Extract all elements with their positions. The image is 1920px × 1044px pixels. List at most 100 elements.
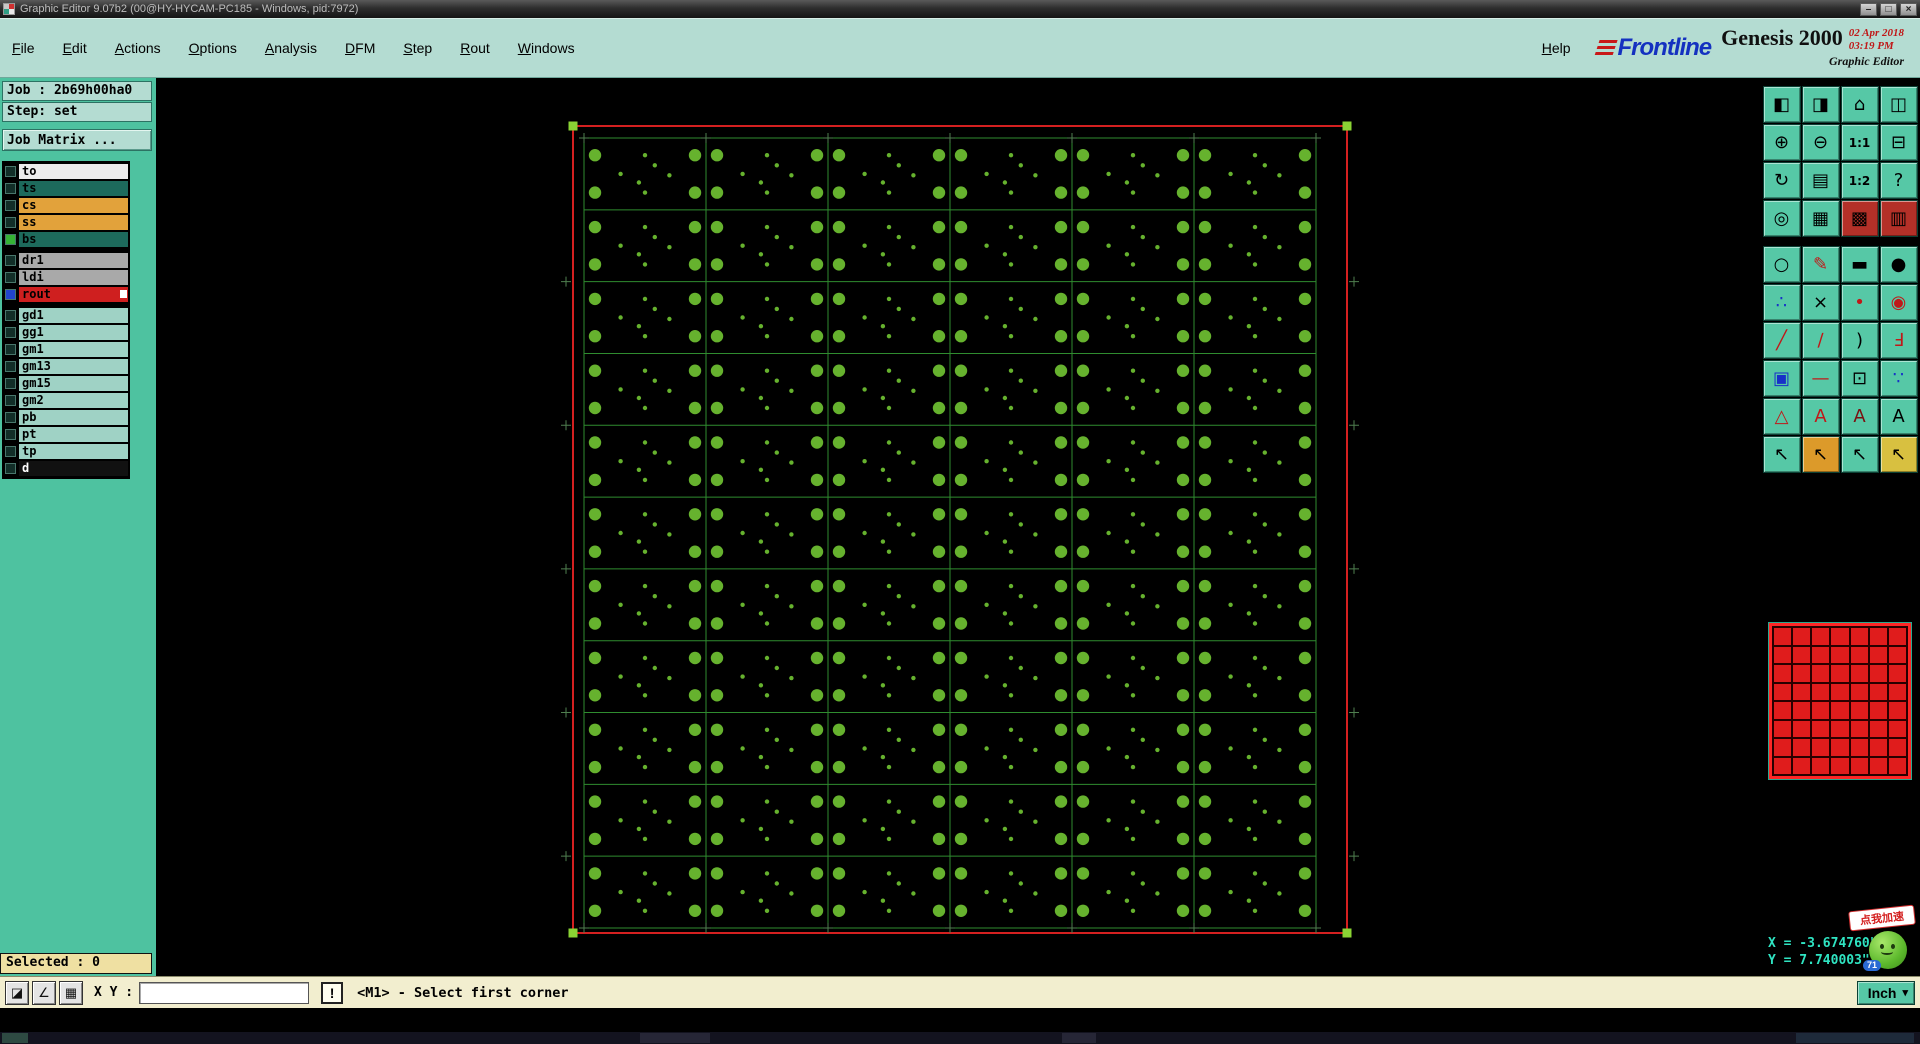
ruler-measure-button[interactable]: ▬ bbox=[1840, 246, 1879, 283]
menu-rout[interactable]: Rout bbox=[460, 40, 490, 56]
layer-row-bs[interactable]: bs bbox=[4, 231, 128, 247]
grid-tool-button[interactable]: ▦ bbox=[59, 980, 83, 1005]
taskbar-item[interactable] bbox=[640, 1033, 710, 1043]
taskbar-item[interactable] bbox=[1062, 1033, 1096, 1043]
layer-visibility-checkbox[interactable] bbox=[5, 462, 16, 474]
thin-line-button[interactable]: ∕ bbox=[1801, 322, 1840, 359]
menu-step[interactable]: Step bbox=[403, 40, 432, 56]
clip-area-button[interactable]: ◧ bbox=[1762, 86, 1801, 123]
profile-view-button[interactable]: ◎ bbox=[1762, 200, 1801, 237]
zoom-in-button[interactable]: ⊕ bbox=[1762, 124, 1801, 161]
layer-visibility-checkbox[interactable] bbox=[5, 182, 16, 194]
close-button[interactable]: × bbox=[1900, 2, 1917, 16]
layer-row-rout[interactable]: rout bbox=[4, 286, 128, 302]
taskbar-start-button[interactable] bbox=[2, 1033, 28, 1043]
note-tool-button[interactable]: ◪ bbox=[5, 980, 29, 1005]
layer-visibility-checkbox[interactable] bbox=[5, 445, 16, 457]
layer-row-tp[interactable]: tp bbox=[4, 443, 128, 459]
layer-visibility-checkbox[interactable] bbox=[5, 428, 16, 440]
layer-visibility-checkbox[interactable] bbox=[5, 309, 16, 321]
select-filter-button[interactable]: ↖ bbox=[1879, 436, 1918, 473]
line-draw-button[interactable]: ╱ bbox=[1762, 322, 1801, 359]
select-arrow-button[interactable]: ↖ bbox=[1762, 436, 1801, 473]
filled-pad-button[interactable]: ● bbox=[1879, 246, 1918, 283]
menu-windows[interactable]: Windows bbox=[518, 40, 575, 56]
previous-view-button[interactable]: ⊟ bbox=[1879, 124, 1918, 161]
layer-row-ts[interactable]: ts bbox=[4, 180, 128, 196]
red-dot-button[interactable]: • bbox=[1840, 284, 1879, 321]
layer-visibility-checkbox[interactable] bbox=[5, 377, 16, 389]
layer-row-gm13[interactable]: gm13 bbox=[4, 358, 128, 374]
menu-analysis[interactable]: Analysis bbox=[265, 40, 317, 56]
job-matrix-button[interactable]: Job Matrix ... bbox=[2, 129, 152, 151]
layer-visibility-checkbox[interactable] bbox=[5, 394, 16, 406]
layer-row-gg1[interactable]: gg1 bbox=[4, 324, 128, 340]
surface-fill-button[interactable]: ▣ bbox=[1762, 360, 1801, 397]
layer-visibility-checkbox[interactable] bbox=[5, 254, 16, 266]
layer-visibility-checkbox[interactable] bbox=[5, 199, 16, 211]
layer-row-pb[interactable]: pb bbox=[4, 409, 128, 425]
layer-row-to[interactable]: to bbox=[4, 163, 128, 179]
layer-visibility-checkbox[interactable] bbox=[5, 216, 16, 228]
point-scatter-button[interactable]: ∵ bbox=[1879, 360, 1918, 397]
canvas-viewport[interactable] bbox=[156, 78, 1760, 976]
tile-windows-button[interactable]: ◫ bbox=[1879, 86, 1918, 123]
accelerator-overlay[interactable]: 点我加速 71 bbox=[1848, 904, 1916, 971]
layer-visibility-checkbox[interactable] bbox=[5, 411, 16, 423]
delete-tool-button[interactable]: × bbox=[1801, 284, 1840, 321]
angle-tool-button[interactable]: ∠ bbox=[32, 980, 56, 1005]
menu-dfm[interactable]: DFM bbox=[345, 40, 375, 56]
text-filled-button[interactable]: A bbox=[1840, 398, 1879, 435]
layer-row-cs[interactable]: cs bbox=[4, 197, 128, 213]
layer-visibility-checkbox[interactable] bbox=[5, 360, 16, 372]
menu-actions[interactable]: Actions bbox=[115, 40, 161, 56]
layer-row-gm2[interactable]: gm2 bbox=[4, 392, 128, 408]
layer-visibility-checkbox[interactable] bbox=[5, 165, 16, 177]
origin-crosshair-button[interactable]: ⊡ bbox=[1840, 360, 1879, 397]
maximize-button[interactable]: □ bbox=[1880, 2, 1897, 16]
titlebar[interactable]: Graphic Editor 9.07b2 (00@HY-HYCAM-PC185… bbox=[0, 0, 1920, 18]
menu-options[interactable]: Options bbox=[189, 40, 237, 56]
overview-thumbnail[interactable] bbox=[1768, 622, 1912, 780]
menu-file[interactable]: File bbox=[12, 40, 35, 56]
layer-visibility-checkbox[interactable] bbox=[5, 343, 16, 355]
layer-row-pt[interactable]: pt bbox=[4, 426, 128, 442]
layer-visibility-checkbox[interactable] bbox=[5, 288, 16, 300]
grid-toggle-button[interactable]: ▦ bbox=[1801, 200, 1840, 237]
layer-row-gm1[interactable]: gm1 bbox=[4, 341, 128, 357]
highlight-on-button[interactable]: ▩ bbox=[1840, 200, 1879, 237]
layer-row-d[interactable]: d bbox=[4, 460, 128, 476]
taskbar-tray[interactable] bbox=[1796, 1033, 1914, 1043]
menu-edit[interactable]: Edit bbox=[63, 40, 87, 56]
text-frame-button[interactable]: A bbox=[1879, 398, 1918, 435]
layer-row-dr1[interactable]: dr1 bbox=[4, 252, 128, 268]
layer-visibility-checkbox[interactable] bbox=[5, 326, 16, 338]
layer-row-ss[interactable]: ss bbox=[4, 214, 128, 230]
layer-row-ldi[interactable]: ldi bbox=[4, 269, 128, 285]
redraw-button[interactable]: ↻ bbox=[1762, 162, 1801, 199]
select-reference-button[interactable]: ↖ bbox=[1840, 436, 1879, 473]
select-window-button[interactable]: ↖ bbox=[1801, 436, 1840, 473]
pencil-edit-button[interactable]: ✎ bbox=[1801, 246, 1840, 283]
text-outline-button[interactable]: A bbox=[1801, 398, 1840, 435]
dot-pair-button[interactable]: ◉ bbox=[1879, 284, 1918, 321]
xy-input[interactable] bbox=[139, 981, 310, 1004]
minimize-button[interactable]: – bbox=[1860, 2, 1877, 16]
zoom-1to2-button[interactable]: 1:2 bbox=[1840, 162, 1879, 199]
alert-button[interactable]: ! bbox=[321, 981, 344, 1004]
query-tool-button[interactable]: ? bbox=[1879, 162, 1918, 199]
pad-snap-button[interactable]: ∴ bbox=[1762, 284, 1801, 321]
units-selector[interactable]: Inch ▾ bbox=[1856, 980, 1915, 1005]
triangle-draw-button[interactable]: △ bbox=[1762, 398, 1801, 435]
layer-visibility-checkbox[interactable] bbox=[5, 233, 16, 245]
layer-table-button[interactable]: ▤ bbox=[1801, 162, 1840, 199]
menu-help[interactable]: Help bbox=[1542, 40, 1571, 56]
mirror-text-button[interactable]: Ⅎ bbox=[1879, 322, 1918, 359]
erase-segment-button[interactable]: — bbox=[1801, 360, 1840, 397]
overlay-window-button[interactable]: ◨ bbox=[1801, 86, 1840, 123]
zoom-out-button[interactable]: ⊖ bbox=[1801, 124, 1840, 161]
layer-row-gm15[interactable]: gm15 bbox=[4, 375, 128, 391]
accelerator-badge[interactable]: 点我加速 bbox=[1848, 904, 1916, 932]
arc-draw-button[interactable]: ) bbox=[1840, 322, 1879, 359]
circle-shape-button[interactable]: ○ bbox=[1762, 246, 1801, 283]
